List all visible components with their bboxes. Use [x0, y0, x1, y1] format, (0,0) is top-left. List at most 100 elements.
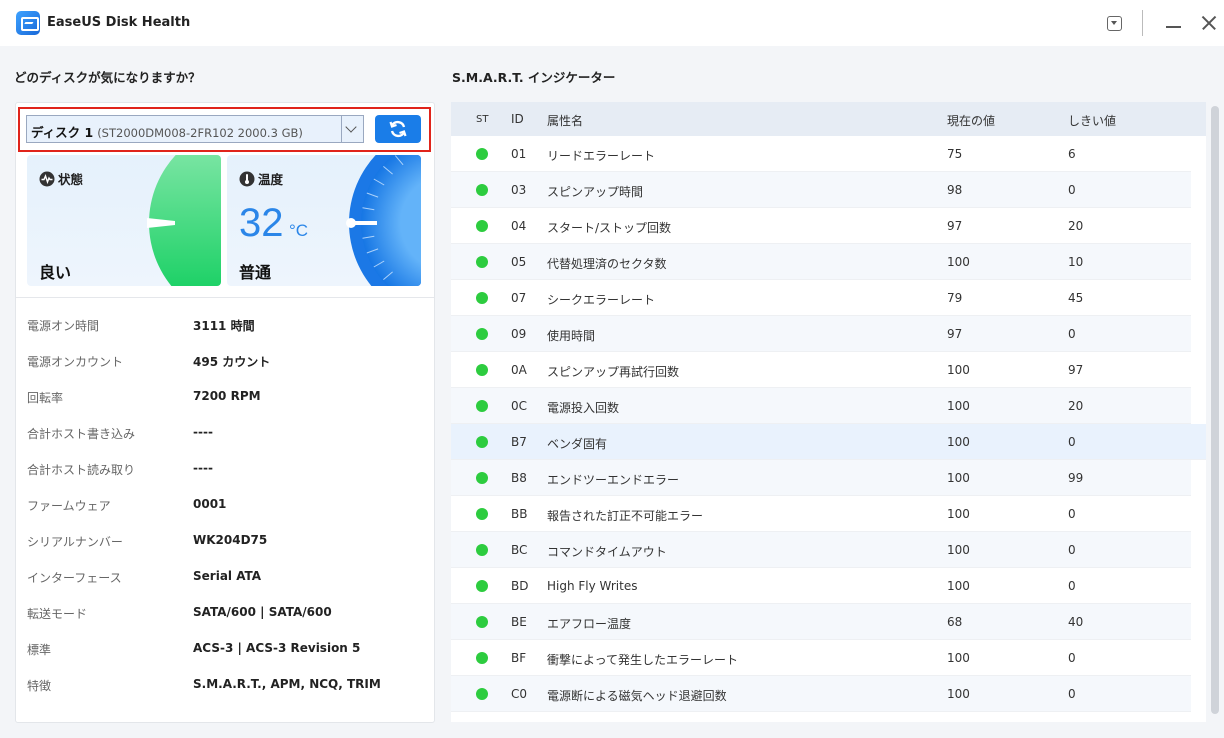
cell-name: High Fly Writes	[547, 579, 638, 593]
info-row-interface: インターフェース Serial ATA	[27, 558, 427, 594]
disk-info-panel: ディスク 1 (ST2000DM008-2FR102 2000.3 GB) 状態…	[15, 102, 435, 723]
cell-name: シークエラーレート	[547, 293, 656, 307]
status-dot	[476, 400, 488, 412]
info-value: 495 カウント	[193, 355, 271, 369]
info-value: ACS-3 | ACS-3 Revision 5	[193, 641, 361, 655]
refresh-button[interactable]	[375, 115, 421, 143]
cell-id: C0	[511, 687, 528, 701]
cell-id: 01	[511, 147, 527, 161]
info-key: 電源オンカウント	[27, 355, 124, 369]
table-row[interactable]: BC コマンドタイムアウト 100 0	[451, 532, 1191, 568]
smart-table-scrollbar[interactable]	[1208, 102, 1222, 722]
info-key: 合計ホスト読み取り	[27, 463, 136, 477]
cell-name: リードエラーレート	[547, 149, 656, 163]
info-row-firmware: ファームウェア 0001	[27, 486, 427, 522]
info-key: 転送モード	[27, 607, 88, 621]
status-dot	[476, 472, 488, 484]
titlebar-divider	[1142, 10, 1143, 36]
cell-id: 09	[511, 327, 527, 341]
table-row[interactable]: BF 衝撃によって発生したエラーレート 100 0	[451, 640, 1191, 676]
cell-current: 100	[947, 579, 970, 593]
cell-current: 100	[947, 435, 970, 449]
cell-threshold: 20	[1068, 219, 1084, 233]
title-bar: EaseUS Disk Health	[0, 0, 1224, 46]
cell-name: 報告された訂正不可能エラー	[547, 509, 704, 523]
info-value: Serial ATA	[193, 569, 262, 583]
table-row[interactable]: 09 使用時間 97 0	[451, 316, 1191, 352]
disk-select-dropdown[interactable]: ディスク 1 (ST2000DM008-2FR102 2000.3 GB)	[26, 115, 364, 143]
temperature-value: 32	[239, 201, 284, 245]
cell-id: 0A	[511, 363, 527, 377]
table-row[interactable]: 0C 電源投入回数 100 20	[451, 388, 1191, 424]
cell-name: ベンダ固有	[547, 437, 608, 451]
cell-threshold: 0	[1068, 543, 1076, 557]
scrollbar-thumb[interactable]	[1211, 106, 1219, 714]
cell-current: 100	[947, 255, 970, 269]
info-row-host-writes: 合計ホスト書き込み ----	[27, 414, 427, 450]
cell-threshold: 40	[1068, 615, 1084, 629]
column-header-name: 属性名	[547, 114, 584, 128]
info-key: ファームウェア	[27, 499, 111, 513]
cell-id: 05	[511, 255, 527, 269]
info-key: 特徴	[27, 679, 52, 693]
info-key: 合計ホスト書き込み	[27, 427, 136, 441]
panel-divider	[16, 297, 434, 298]
cell-name: 使用時間	[547, 329, 596, 343]
heartbeat-icon	[39, 171, 55, 187]
cell-threshold: 0	[1068, 327, 1076, 341]
info-key: 標準	[27, 643, 52, 657]
table-row[interactable]: BD High Fly Writes 100 0	[451, 568, 1191, 604]
info-row-rotation-rate: 回転率 7200 RPM	[27, 378, 427, 414]
table-row[interactable]: BE エアフロー温度 68 40	[451, 604, 1191, 640]
cell-current: 100	[947, 687, 970, 701]
cell-id: 03	[511, 183, 527, 197]
cell-name: コマンドタイムアウト	[547, 545, 667, 559]
cell-threshold: 6	[1068, 147, 1076, 161]
status-dot	[476, 436, 488, 448]
status-value: 良い	[39, 263, 72, 282]
cell-threshold: 0	[1068, 651, 1076, 665]
smart-table-body: 01 リードエラーレート 75 6 03 スピンアップ時間 98 0 04 スタート/ストップ…	[451, 136, 1206, 712]
cell-id: 07	[511, 291, 527, 305]
cell-current: 79	[947, 291, 963, 305]
info-value: 7200 RPM	[193, 389, 261, 403]
table-row[interactable]: B8 エンドツーエンドエラー 100 99	[451, 460, 1191, 496]
temperature-label: 温度	[258, 172, 284, 187]
minimize-button[interactable]	[1163, 12, 1185, 34]
table-row[interactable]: C0 電源断による磁気ヘッド退避回数 100 0	[451, 676, 1191, 712]
cell-id: B8	[511, 471, 527, 485]
select-divider	[341, 116, 342, 142]
info-value: 3111 時間	[193, 319, 255, 333]
status-dot	[476, 184, 488, 196]
table-row[interactable]: 01 リードエラーレート 75 6	[451, 136, 1191, 172]
table-row[interactable]: 04 スタート/ストップ回数 97 20	[451, 208, 1191, 244]
cell-id: BF	[511, 651, 527, 665]
table-row[interactable]: BB 報告された訂正不可能エラー 100 0	[451, 496, 1191, 532]
table-row[interactable]: 05 代替処理済のセクタ数 100 10	[451, 244, 1191, 280]
temperature-status: 普通	[239, 263, 272, 282]
info-row-power-on-count: 電源オンカウント 495 カウント	[27, 342, 427, 378]
smart-table: ST ID 属性名 現在の値 しきい値 01 リードエラーレート 75 6 03 スピン…	[451, 102, 1206, 722]
status-dot	[476, 616, 488, 628]
table-row[interactable]: 0A スピンアップ再試行回数 100 97	[451, 352, 1191, 388]
disk-model: (ST2000DM008-2FR102 2000.3 GB)	[97, 126, 303, 140]
table-row[interactable]: B7 ベンダ固有 100 0	[451, 424, 1206, 460]
cell-name: 電源断による磁気ヘッド退避回数	[547, 689, 727, 703]
status-dot	[476, 688, 488, 700]
info-value: ----	[193, 461, 213, 475]
menu-dropdown-button[interactable]	[1104, 12, 1126, 34]
cell-current: 68	[947, 615, 963, 629]
cell-current: 100	[947, 471, 970, 485]
status-dot	[476, 256, 488, 268]
cell-threshold: 99	[1068, 471, 1084, 485]
cell-current: 100	[947, 651, 970, 665]
table-row[interactable]: 03 スピンアップ時間 98 0	[451, 172, 1191, 208]
cell-current: 97	[947, 219, 963, 233]
close-button[interactable]	[1198, 12, 1220, 34]
cell-current: 97	[947, 327, 963, 341]
info-key: シリアルナンバー	[27, 535, 123, 549]
cell-name: スピンアップ時間	[547, 185, 644, 199]
info-value: 0001	[193, 497, 227, 511]
status-dot	[476, 652, 488, 664]
table-row[interactable]: 07 シークエラーレート 79 45	[451, 280, 1191, 316]
